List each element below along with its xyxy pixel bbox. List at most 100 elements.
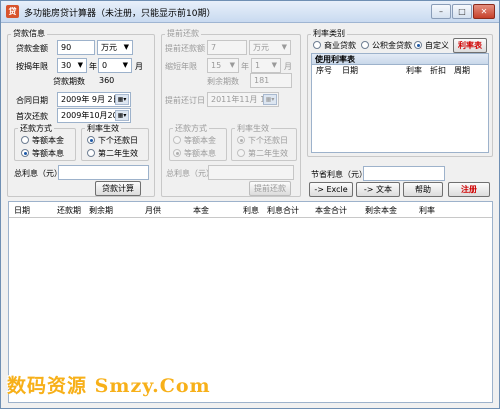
early-repay-date-label: 提前还订日 — [165, 96, 205, 105]
loan-months-value: 0 — [102, 61, 108, 70]
shorten-term-label: 缩短年限 — [165, 62, 197, 71]
early-repay-amount-input[interactable]: 7 — [207, 40, 247, 55]
chevron-down-icon: ▼ — [77, 61, 83, 69]
col-principal[interactable]: 本金 — [193, 205, 209, 216]
rate-provident-fund-radio[interactable]: 公积金贷款 — [361, 40, 412, 51]
contract-date-value: 2009年 9月 2日 — [61, 95, 121, 104]
loan-amount-unit-value: 万元 — [101, 43, 117, 52]
remaining-periods-label: 剩余期数 — [207, 77, 239, 86]
app-icon: 贷 — [6, 5, 19, 18]
radio-icon — [237, 149, 245, 157]
window-title: 多功能房贷计算器（未注册，只能显示前10期） — [24, 9, 216, 19]
radio-selected-icon — [21, 149, 29, 157]
maximize-button[interactable]: □ — [452, 4, 472, 19]
calendar-icon[interactable]: ▦▾ — [263, 94, 277, 105]
loan-method-equal-principal[interactable]: 等额本金 — [21, 135, 64, 146]
radio-icon — [361, 41, 369, 49]
main-window: 贷 多功能房贷计算器（未注册，只能显示前10期） – □ ✕ 贷款信息 贷款金额… — [0, 0, 500, 409]
early-total-interest-label: 总利息（元） — [166, 169, 214, 178]
chevron-down-icon: ▼ — [123, 43, 129, 51]
title-bar[interactable]: 贷 多功能房贷计算器（未注册，只能显示前10期） – □ ✕ — [1, 1, 499, 23]
rate-commercial-radio[interactable]: 商业贷款 — [313, 40, 356, 51]
col-monthly-payment[interactable]: 月供 — [145, 205, 161, 216]
loan-amount-unit-select[interactable]: 万元 ▼ — [97, 40, 133, 55]
rate-table-button[interactable]: 利率表 — [453, 38, 487, 53]
radio-selected-icon — [414, 41, 422, 49]
early-repay-button[interactable]: 提前还款 — [249, 181, 291, 196]
radio-icon — [87, 149, 95, 157]
rate-col-index[interactable]: 序号 — [316, 65, 332, 77]
export-text-button[interactable]: -> 文本 — [356, 182, 400, 197]
rate-col-rate[interactable]: 利率 — [406, 65, 422, 77]
year-unit-label: 年 — [89, 62, 97, 71]
rate-table-list[interactable]: 使用利率表 序号 日期 利率 折扣 周期 — [311, 53, 489, 153]
minimize-button[interactable]: – — [431, 4, 451, 19]
early-method-equal-principal[interactable]: 等额本金 — [173, 135, 216, 146]
loan-rate-next-payday[interactable]: 下个还款日 — [87, 135, 138, 146]
early-total-interest-output — [208, 165, 294, 180]
schedule-header-row: 日期 还款期 剩余期 月供 本金 利息 利息合计 本金合计 剩余本金 利率 — [9, 202, 492, 218]
early-rate-second-year[interactable]: 第二年生效 — [237, 148, 288, 159]
loan-total-interest-label: 总利息（元） — [14, 169, 62, 178]
radio-selected-icon — [173, 149, 181, 157]
rate-col-date[interactable]: 日期 — [342, 65, 358, 77]
contract-date-picker[interactable]: 2009年 9月 2日 ▦▾ — [57, 92, 131, 107]
radio-icon — [313, 41, 321, 49]
early-repay-group-label: 提前还款 — [165, 28, 201, 39]
chevron-down-icon: ▼ — [229, 61, 235, 69]
col-remaining-periods[interactable]: 剩余期 — [89, 205, 113, 216]
chevron-down-icon: ▼ — [271, 61, 277, 69]
export-excel-button[interactable]: -> Excle — [309, 182, 353, 197]
loan-term-label: 按揭年限 — [16, 62, 48, 71]
first-repay-date-picker[interactable]: 2009年10月20日 ▦▾ — [57, 108, 131, 123]
chevron-down-icon: ▼ — [281, 43, 287, 51]
rate-custom-radio[interactable]: 自定义 — [414, 40, 449, 51]
register-button[interactable]: 注册 — [448, 182, 490, 197]
close-button[interactable]: ✕ — [473, 4, 495, 19]
loan-years-select[interactable]: 30 ▼ — [57, 58, 87, 73]
chevron-down-icon: ▼ — [122, 61, 128, 69]
loan-periods-value: 360 — [99, 76, 115, 85]
col-rate[interactable]: 利率 — [419, 205, 435, 216]
early-rate-next-payday[interactable]: 下个还款日 — [237, 135, 288, 146]
first-repay-label: 首次还款 — [16, 112, 48, 121]
saved-interest-output — [363, 166, 445, 181]
col-principal-total[interactable]: 本金合计 — [315, 205, 347, 216]
rate-type-group-label: 利率类别 — [311, 28, 347, 39]
month-unit-label: 月 — [135, 62, 143, 71]
shorten-months-value: 1 — [255, 61, 261, 70]
saved-interest-label: 节省利息（元） — [311, 170, 367, 179]
radio-icon — [21, 136, 29, 144]
early-repay-method-label: 还款方式 — [173, 123, 209, 134]
radio-icon — [173, 136, 181, 144]
loan-amount-input[interactable]: 90 — [57, 40, 95, 55]
early-repay-unit-value: 万元 — [253, 43, 269, 52]
remaining-periods-output: 181 — [250, 73, 292, 88]
col-interest[interactable]: 利息 — [243, 205, 259, 216]
early-method-equal-installment[interactable]: 等额本息 — [173, 148, 216, 159]
contract-date-label: 合同日期 — [16, 96, 48, 105]
rate-col-cycle[interactable]: 周期 — [454, 65, 470, 77]
rate-col-discount[interactable]: 折扣 — [430, 65, 446, 77]
loan-rate-second-year[interactable]: 第二年生效 — [87, 148, 138, 159]
loan-calculate-button[interactable]: 贷款计算 — [95, 181, 141, 196]
site-watermark: 数码资源 Smzy.Com — [7, 375, 211, 397]
shorten-years-select[interactable]: 15 ▼ — [207, 58, 239, 73]
col-interest-total[interactable]: 利息合计 — [267, 205, 299, 216]
loan-periods-label: 贷款期数 — [53, 77, 85, 86]
loan-rate-effect-label: 利率生效 — [85, 123, 121, 134]
col-period[interactable]: 还款期 — [57, 205, 81, 216]
shorten-year-unit: 年 — [241, 62, 249, 71]
loan-months-select[interactable]: 0 ▼ — [98, 58, 132, 73]
loan-total-interest-output — [58, 165, 149, 180]
calendar-icon[interactable]: ▦▾ — [115, 110, 129, 121]
help-button[interactable]: 帮助 — [403, 182, 443, 197]
col-remaining-principal[interactable]: 剩余本金 — [365, 205, 397, 216]
calendar-icon[interactable]: ▦▾ — [115, 94, 129, 105]
shorten-months-select[interactable]: 1 ▼ — [251, 58, 281, 73]
col-date[interactable]: 日期 — [14, 205, 30, 216]
loan-method-equal-installment[interactable]: 等额本息 — [21, 148, 64, 159]
loan-repay-method-label: 还款方式 — [18, 123, 54, 134]
early-repay-unit-select[interactable]: 万元 ▼ — [249, 40, 291, 55]
early-repay-date-picker[interactable]: 2011年11月 1日 ▦▾ — [207, 92, 279, 107]
